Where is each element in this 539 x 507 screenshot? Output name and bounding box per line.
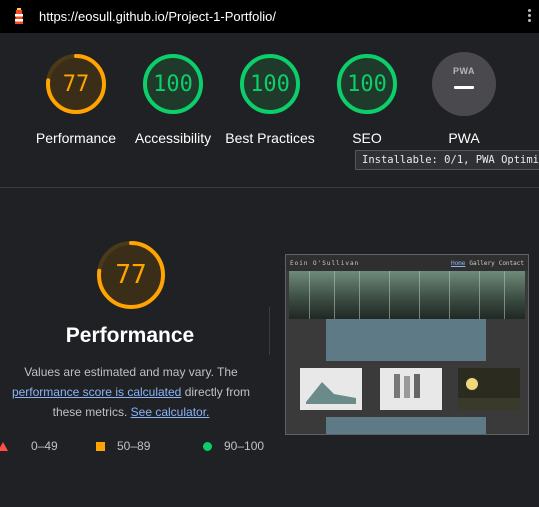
pwa-label[interactable]: PWA (409, 128, 519, 148)
thumb-nav-contact: Contact (498, 260, 524, 267)
performance-big-gauge: 77 (95, 239, 167, 311)
thumb-card-3 (458, 368, 520, 410)
square-icon (96, 441, 105, 451)
thumb-nav: Eoin O'Sullivan Home Gallery Contact (286, 255, 528, 271)
thumb-site-name: Eoin O'Sullivan (290, 260, 360, 267)
lighthouse-icon (15, 8, 23, 24)
thumb-card-1 (300, 368, 362, 410)
thumb-card-2 (380, 368, 442, 410)
legend-average: 50–89 (96, 438, 150, 454)
pwa-dash-icon (454, 86, 474, 89)
performance-score: 77 (62, 71, 90, 97)
page-url[interactable]: https://eosull.github.io/Project-1-Portf… (39, 9, 276, 24)
page-screenshot-thumbnail[interactable]: Eoin O'Sullivan Home Gallery Contact (285, 254, 529, 435)
thumb-about-block (326, 319, 486, 361)
legend-range-fail: 0–49 (31, 439, 58, 453)
best-practices-gauge[interactable]: 100 (238, 52, 302, 116)
performance-description: Values are estimated and may vary. The p… (0, 362, 262, 422)
performance-gauge[interactable]: 77 (44, 52, 108, 116)
seo-label[interactable]: SEO (312, 128, 422, 148)
accessibility-label[interactable]: Accessibility (118, 128, 228, 148)
thumb-nav-links: Home Gallery Contact (447, 260, 524, 267)
address-bar: https://eosull.github.io/Project-1-Portf… (0, 0, 539, 33)
performance-score-link[interactable]: performance score is calculated (12, 385, 181, 399)
thumb-nav-home: Home (450, 260, 466, 267)
pwa-badge-text: PWA (452, 66, 475, 76)
vertical-divider (269, 307, 270, 355)
more-options-icon[interactable] (526, 9, 532, 25)
thumb-hero-image (289, 271, 525, 319)
legend-range-pass: 90–100 (224, 439, 265, 453)
performance-title: Performance (65, 324, 195, 347)
accessibility-score: 100 (153, 71, 193, 97)
pwa-tooltip: Installable: 0/1, PWA Optimized: 2/7 (355, 150, 539, 170)
best-practices-score: 100 (250, 71, 290, 97)
performance-big-score: 77 (115, 260, 147, 290)
circle-icon (203, 441, 212, 451)
seo-score: 100 (347, 71, 387, 97)
thumb-nav-gallery: Gallery (469, 260, 495, 267)
legend-range-average: 50–89 (117, 439, 151, 453)
legend-pass: 90–100 (203, 438, 264, 454)
accessibility-gauge[interactable]: 100 (141, 52, 205, 116)
divider (0, 187, 539, 188)
thumb-footer-block (326, 417, 486, 434)
legend-fail: 0–49 (0, 438, 58, 454)
see-calculator-link[interactable]: See calculator. (131, 405, 210, 419)
triangle-icon (0, 441, 8, 451)
performance-label[interactable]: Performance (21, 128, 131, 148)
pwa-badge[interactable]: PWA (432, 52, 496, 116)
desc-text-1: Values are estimated and may vary. The (24, 365, 238, 379)
seo-gauge[interactable]: 100 (335, 52, 399, 116)
best-practices-label[interactable]: Best Practices (215, 128, 325, 148)
